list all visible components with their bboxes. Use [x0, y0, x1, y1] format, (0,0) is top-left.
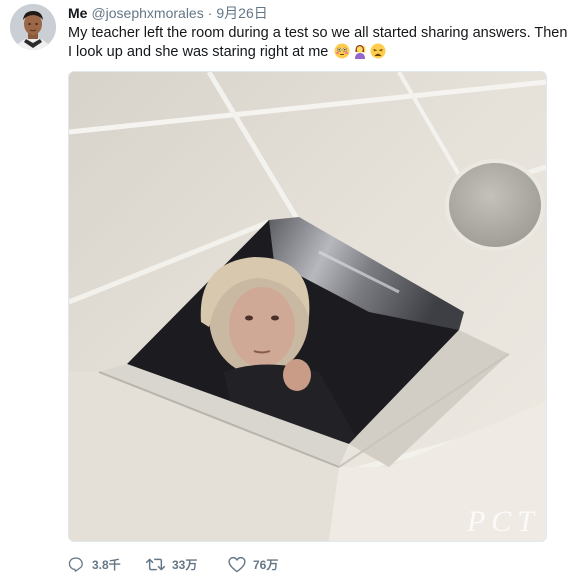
tweet-header: Me @josephxmorales · 9月26日 [68, 4, 268, 22]
user-handle[interactable]: @josephxmorales [91, 5, 203, 21]
reply-count: 3.8千 [92, 557, 121, 572]
retweet-count: 33万 [172, 557, 198, 572]
watermark-logo: PCT [466, 505, 540, 538]
tweet-text: My teacher left the room during a test s… [68, 24, 568, 62]
tweet-date[interactable]: 9月26日 [216, 5, 267, 21]
like-button[interactable]: 76万 [228, 556, 308, 573]
weary-face-emoji [370, 43, 386, 59]
tweet-actions: 3.8千 33万 76万 [68, 554, 308, 574]
reply-icon [68, 556, 85, 573]
tweet-photo[interactable]: PCT [68, 71, 547, 542]
heart-icon [228, 556, 246, 573]
tweet-body: My teacher left the room during a test s… [68, 25, 568, 60]
ceiling-photo [69, 72, 546, 541]
retweet-icon [146, 556, 165, 573]
reply-button[interactable]: 3.8千 [68, 556, 146, 573]
retweet-button[interactable]: 33万 [146, 556, 228, 573]
woman-raising-hand-emoji [352, 43, 368, 59]
tweet: Me @josephxmorales · 9月26日 My teacher left … [0, 0, 579, 576]
like-count: 76万 [253, 557, 279, 572]
separator-dot: · [207, 5, 213, 21]
avatar[interactable] [10, 4, 56, 50]
flushed-face-emoji [334, 43, 350, 59]
display-name[interactable]: Me [68, 5, 87, 21]
